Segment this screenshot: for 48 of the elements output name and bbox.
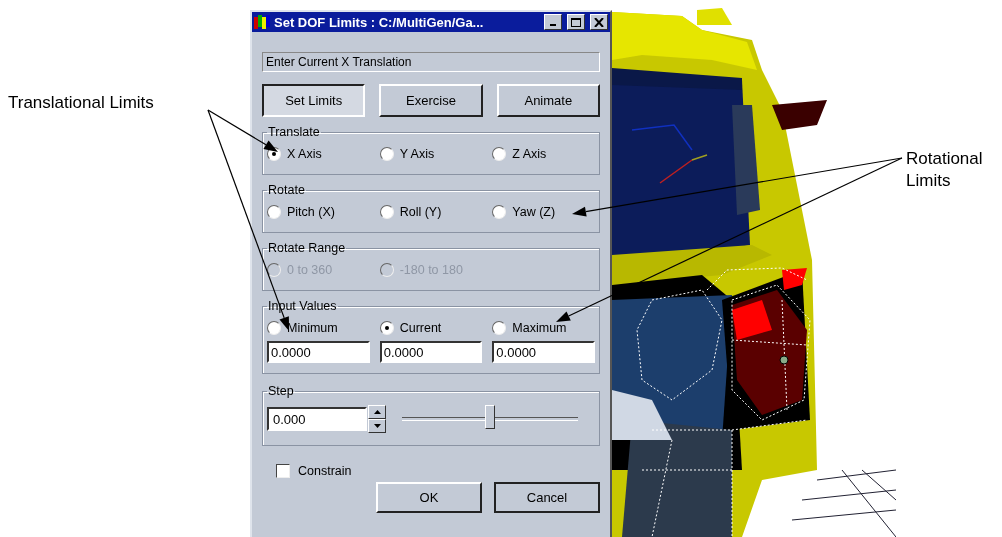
annotation-label: Rotational Limits — [906, 148, 983, 192]
value-field[interactable]: 0.0000 — [379, 341, 483, 363]
spin-up-button[interactable] — [368, 405, 386, 419]
radio-label: Current — [399, 321, 442, 335]
radio-label: Pitch (X) — [287, 205, 335, 219]
value-field[interactable]: 0.0000 — [492, 341, 595, 363]
radio-button[interactable] — [492, 205, 507, 219]
dialog-button[interactable]: OK — [376, 482, 482, 513]
radio-button[interactable] — [492, 321, 507, 335]
checkbox-label: Constrain — [298, 464, 352, 478]
minimize-button[interactable] — [544, 14, 562, 30]
down-arrow-icon — [373, 424, 381, 428]
maximize-icon — [571, 17, 581, 27]
radio-label: Maximum — [512, 321, 567, 335]
up-arrow-icon — [373, 410, 381, 414]
radio-button[interactable] — [492, 147, 507, 161]
annotation-label: Translational Limits — [8, 92, 154, 114]
radio-label: Minimum — [287, 321, 338, 335]
mode-button[interactable]: Animate — [496, 84, 600, 117]
mode-button[interactable]: Set Limits — [262, 84, 366, 117]
mode-button[interactable]: Exercise — [379, 84, 483, 117]
radio-button[interactable] — [379, 147, 394, 161]
group-title: Step — [267, 384, 295, 398]
close-icon — [594, 17, 604, 27]
radio-button[interactable] — [379, 205, 394, 219]
value-field[interactable]: 0.0000 — [267, 341, 370, 363]
close-button[interactable] — [590, 14, 608, 30]
slider-thumb[interactable] — [485, 405, 495, 429]
radio-label: X Axis — [287, 147, 322, 161]
group-title: Rotate — [267, 183, 306, 197]
status-prompt: Enter Current X Translation — [262, 52, 600, 72]
app-icon — [254, 15, 270, 29]
group-title: Translate — [267, 125, 321, 139]
radio-label: Yaw (Z) — [512, 205, 556, 219]
radio-label: Roll (Y) — [399, 205, 442, 219]
radio-button[interactable] — [267, 205, 281, 219]
window-title: Set DOF Limits : C:/MultiGen/Ga... — [274, 14, 485, 30]
group-title: Rotate Range — [267, 241, 347, 255]
maximize-button[interactable] — [567, 14, 585, 30]
radio-button[interactable] — [379, 321, 394, 335]
radio-button[interactable] — [267, 321, 281, 335]
radio-label: Y Axis — [399, 147, 435, 161]
minimize-icon — [550, 24, 556, 26]
checkbox[interactable] — [276, 464, 290, 478]
spin-down-button[interactable] — [368, 419, 386, 433]
step-field[interactable]: 0.000 — [267, 407, 367, 431]
radio-label: Z Axis — [512, 147, 547, 161]
dialog-button[interactable]: Cancel — [494, 482, 600, 513]
